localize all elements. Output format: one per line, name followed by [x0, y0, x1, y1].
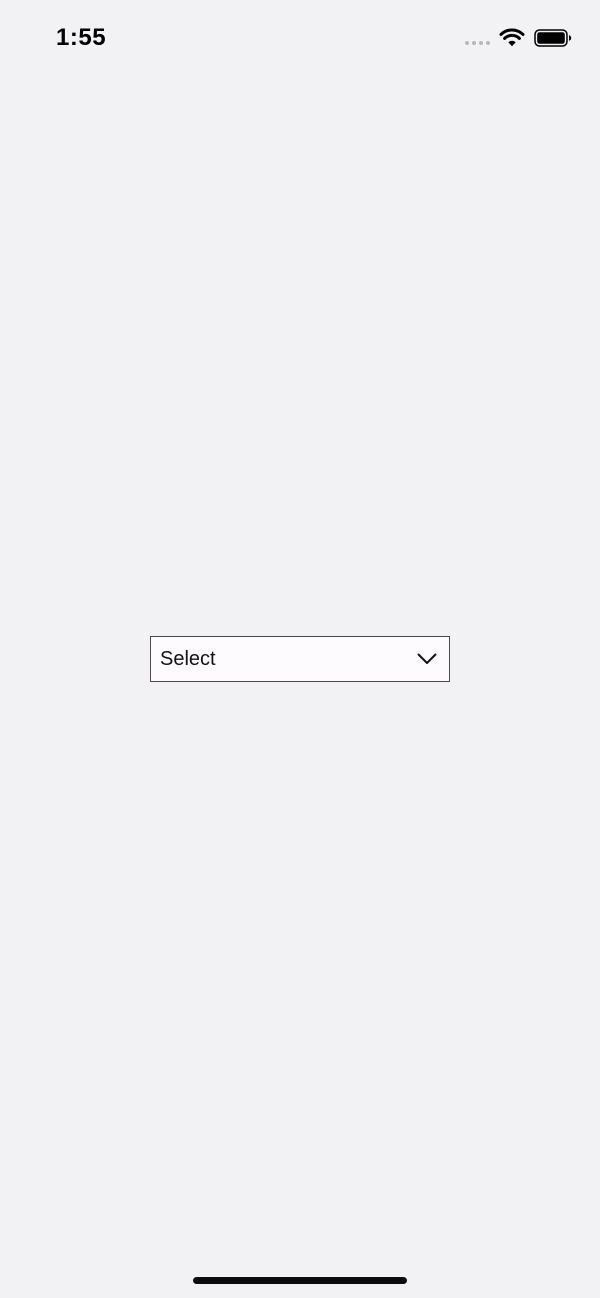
- select-dropdown[interactable]: Select: [150, 636, 450, 682]
- status-time: 1:55: [56, 24, 107, 51]
- home-indicator[interactable]: [193, 1277, 407, 1284]
- wifi-icon: [499, 28, 525, 47]
- chevron-down-icon: [417, 653, 437, 664]
- status-bar: 1:55: [0, 0, 600, 80]
- battery-icon: [534, 29, 572, 47]
- select-value: Select: [160, 648, 216, 670]
- signal-dots-icon: [465, 41, 490, 45]
